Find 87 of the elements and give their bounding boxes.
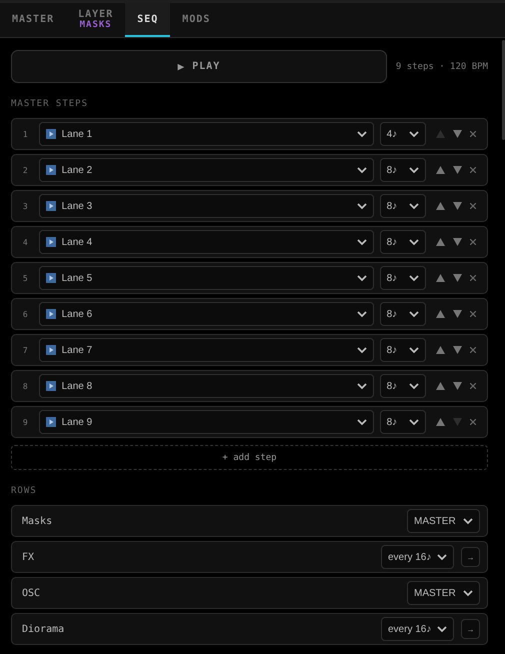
chevron-icon xyxy=(408,310,419,318)
chevron-icon xyxy=(408,274,419,282)
chevron-icon xyxy=(463,518,473,524)
lane-select[interactable]: Lane 4 xyxy=(38,230,374,254)
step-number: 6 xyxy=(22,310,29,318)
chevron-icon xyxy=(356,130,367,138)
play-button[interactable]: ▶ PLAY xyxy=(11,50,387,83)
close-icon xyxy=(470,311,476,317)
chevron-icon xyxy=(356,274,367,282)
chevron-icon xyxy=(356,238,367,246)
mode-select[interactable]: MASTER xyxy=(407,509,480,533)
lane-select[interactable]: Lane 3 xyxy=(38,194,374,218)
length-select[interactable]: 8♪ xyxy=(380,410,426,434)
play-square-icon xyxy=(46,273,56,283)
row-name: Diorama xyxy=(22,624,66,634)
length-select[interactable]: 8♪ xyxy=(380,230,426,254)
row-name: Masks xyxy=(22,516,54,526)
close-icon xyxy=(470,419,476,425)
lane-select[interactable]: Lane 5 xyxy=(38,266,374,290)
mode-select[interactable]: every 16♪ xyxy=(381,617,454,641)
mode-select[interactable]: every 16♪ xyxy=(381,545,454,569)
step-number: 1 xyxy=(22,130,29,138)
close-icon xyxy=(470,275,476,281)
lane-select[interactable]: Lane 9 xyxy=(38,410,374,434)
close-icon xyxy=(470,167,476,173)
chevron-icon xyxy=(408,382,419,390)
step-number: 4 xyxy=(22,238,29,246)
chevron-icon xyxy=(356,166,367,174)
step-number: 8 xyxy=(22,382,29,390)
chevron-icon xyxy=(408,130,419,138)
chevron-icon xyxy=(437,554,448,560)
chevron-icon xyxy=(463,590,473,596)
section-heading: ROWS xyxy=(11,486,38,496)
tab[interactable]: MASTER xyxy=(0,3,66,37)
chevron-icon xyxy=(408,202,419,210)
tab[interactable]: LAYER MASKS xyxy=(66,3,126,37)
tab[interactable]: SEQ xyxy=(125,3,170,37)
scrollbar[interactable] xyxy=(502,40,505,140)
tab[interactable]: MODS xyxy=(170,3,222,37)
chevron-icon xyxy=(408,166,419,174)
close-icon xyxy=(470,131,476,137)
close-icon xyxy=(470,347,476,353)
step-number: 2 xyxy=(22,166,29,174)
chevron-icon xyxy=(356,346,367,354)
lane-select[interactable]: Lane 7 xyxy=(38,338,374,362)
close-icon xyxy=(470,239,476,245)
play-square-icon xyxy=(46,237,56,247)
chevron-icon xyxy=(408,346,419,354)
section-heading: MASTER STEPS xyxy=(11,99,90,109)
lane-select[interactable]: Lane 1 xyxy=(38,122,374,146)
row-name: OSC xyxy=(22,588,42,598)
row-name: FX xyxy=(22,552,36,562)
length-select[interactable]: 8♪ xyxy=(380,338,426,362)
chevron-icon xyxy=(408,418,419,426)
chevron-icon xyxy=(408,238,419,246)
step-number: 3 xyxy=(22,202,29,210)
lane-select[interactable]: Lane 8 xyxy=(38,374,374,398)
length-select[interactable]: 4♪ xyxy=(380,122,426,146)
play-square-icon xyxy=(46,129,56,139)
play-square-icon xyxy=(46,381,56,391)
play-square-icon xyxy=(46,201,56,211)
step-number: 5 xyxy=(22,274,29,282)
length-select[interactable]: 8♪ xyxy=(380,302,426,326)
chevron-icon xyxy=(356,202,367,210)
step-number: 9 xyxy=(22,418,29,426)
sequence-summary: 9 steps · 120 BPM xyxy=(396,62,488,72)
lane-select[interactable]: Lane 6 xyxy=(38,302,374,326)
play-square-icon xyxy=(46,309,56,319)
go-button[interactable]: → xyxy=(461,619,480,639)
length-select[interactable]: 8♪ xyxy=(380,158,426,182)
play-square-icon xyxy=(46,417,56,427)
close-icon xyxy=(470,383,476,389)
length-select[interactable]: 8♪ xyxy=(380,194,426,218)
step-number: 7 xyxy=(22,346,29,354)
close-icon xyxy=(470,203,476,209)
length-select[interactable]: 8♪ xyxy=(380,266,426,290)
play-square-icon xyxy=(46,345,56,355)
play-square-icon xyxy=(46,165,56,175)
add-step-button[interactable]: + add step xyxy=(11,445,488,470)
go-button[interactable]: → xyxy=(461,547,480,567)
lane-select[interactable]: Lane 2 xyxy=(38,158,374,182)
mode-select[interactable]: MASTER xyxy=(407,581,480,605)
chevron-icon xyxy=(356,418,367,426)
length-select[interactable]: 8♪ xyxy=(380,374,426,398)
chevron-icon xyxy=(356,382,367,390)
chevron-icon xyxy=(437,626,448,632)
chevron-icon xyxy=(356,310,367,318)
